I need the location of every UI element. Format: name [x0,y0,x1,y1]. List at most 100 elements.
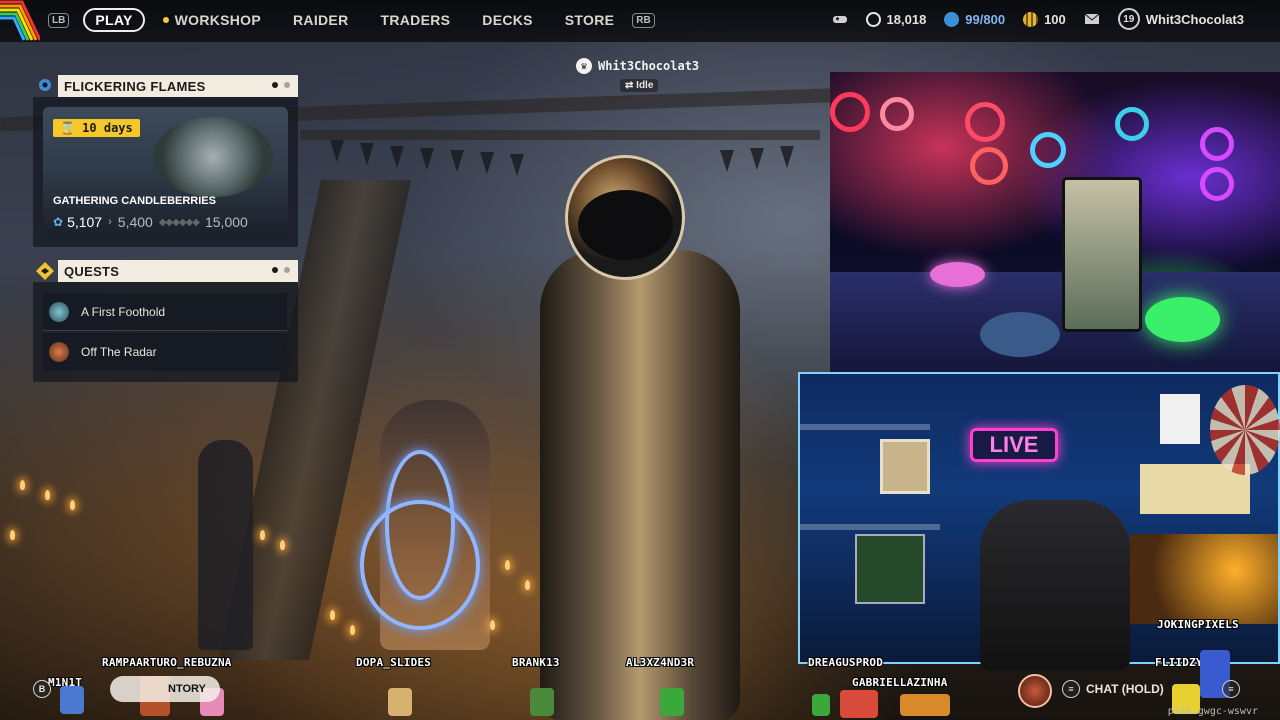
tab-decks[interactable]: DECKS [482,12,533,28]
player-status-text: Idle [636,80,654,91]
tab-raider[interactable]: RAIDER [293,12,348,28]
viewer-sprite [388,688,412,716]
gear-icon [34,74,56,96]
chat-label: CHAT (HOLD) [1086,682,1164,696]
glowing-ring [360,500,480,630]
candle-flame [525,580,530,590]
b-button-icon: B [33,680,51,698]
rgb-fan [1030,132,1066,168]
chevron-right-icon: › [108,216,112,228]
viewer-name: FLIIDZY [1155,656,1203,669]
notification-dot-icon [162,17,169,23]
menu-icon: ≡ [1062,680,1080,698]
quest-item[interactable]: Off The Radar [43,333,287,371]
lamp-glow [1130,534,1278,624]
pennant [390,146,404,168]
main-nav: LB PLAY WORKSHOP RAIDER TRADERS DECKS ST… [48,8,669,32]
candle-flame [350,625,355,635]
progress-next: 5,400 [117,214,153,230]
coins-stat: 18,018 [865,11,927,27]
gaming-chair [980,500,1130,670]
rgb-fan [1200,127,1234,161]
tab-play[interactable]: PLAY [83,8,145,32]
tokens-value: 100 [1044,11,1066,27]
pennant [330,140,344,162]
lb-button-hint[interactable]: LB [48,12,70,28]
candle-flame [490,620,495,630]
quests-panel-header[interactable]: QUESTS [58,260,298,282]
tab-store[interactable]: STORE [565,12,614,28]
rgb-fan [970,147,1008,185]
tab-workshop[interactable]: WORKSHOP [162,12,261,28]
quest-label: Off The Radar [81,345,157,359]
mail-icon[interactable] [1084,12,1100,26]
viewer-name: JOKINGPIXELS [1157,618,1239,631]
emote-button[interactable] [1018,674,1052,708]
viewer-sprite [660,688,684,716]
chat-button[interactable]: ≡ CHAT (HOLD) [1062,680,1164,698]
coin-icon [865,11,881,27]
page-dots [272,82,290,88]
gamepad-icon[interactable] [832,11,848,27]
rainbow-stripe-icon [0,0,40,41]
quests-title: QUESTS [64,263,120,279]
frame [855,534,925,604]
rgb-fan [1200,167,1234,201]
viewer-sprite [840,690,878,718]
green-light [1145,297,1220,342]
top-nav-bar: LB PLAY WORKSHOP RAIDER TRADERS DECKS ST… [0,0,1280,42]
helmet-visor [578,190,673,260]
pennant [510,154,524,176]
rb-button-hint[interactable]: RB [632,12,655,28]
candle-flame [20,480,25,490]
event-card[interactable]: ⌛ 10 days GATHERING CANDLEBERRIES ✿ 5,10… [43,107,288,238]
profile-button[interactable]: 19 Whit3Chocolat3 [1117,8,1244,30]
candle-flame [70,500,75,510]
inventory-label: NTORY [168,683,206,695]
event-progress: ✿ 5,107 › 5,400 ◆◆◆◆◆◆ 15,000 [53,214,281,230]
candle-flame [10,530,15,540]
quest-label: A First Foothold [81,304,166,319]
pennant [420,148,434,170]
pennant [780,146,794,168]
currency-stats: 18,018 99/800 100 19 Whit3Chocolat3 [832,8,1244,30]
inventory-button[interactable]: NTORY [110,676,220,702]
quest-giver-icon [49,342,69,362]
coins-value: 18,018 [886,11,927,27]
options-button[interactable]: ≡ [1222,680,1240,698]
player-character [540,250,740,720]
quest-item[interactable]: A First Foothold [43,293,287,331]
viewer-sprite [812,694,830,716]
session-code: p318…gwgc-wswvr [1167,706,1258,717]
mouse [930,262,985,287]
viewer-sprite [530,688,554,716]
viewer-name: DOPA_SLIDES [356,656,432,669]
crown-icon: ♛ [576,58,592,74]
progress-max: 15,000 [204,214,248,230]
event-panel-header[interactable]: FLICKERING FLAMES [58,75,298,97]
gear-icon: ✿ [53,215,64,229]
level-badge: 19 [1117,8,1140,30]
stash-icon [944,11,960,27]
event-title: FLICKERING FLAMES [64,78,206,94]
quest-giver-icon [49,301,69,322]
sign [1160,394,1200,444]
tab-traders[interactable]: TRADERS [381,12,451,28]
viewer-name: DREAGUSPROD [808,656,884,669]
candle-flame [260,530,265,540]
token-icon [1023,11,1039,27]
quest-icon [34,260,56,282]
emote-icon [1018,674,1052,708]
pennant [720,150,734,172]
back-button[interactable]: B [33,680,51,698]
rgb-fan [830,92,870,132]
dartboard [1210,385,1280,475]
viewer-sprite [60,686,84,714]
player-name: Whit3Chocolat3 [598,59,700,73]
player-status: ⇄ Idle [620,79,659,92]
pennant [480,152,494,174]
player-nametag: ♛ Whit3Chocolat3 [576,58,699,74]
progress-current: 5,107 [67,214,103,230]
pennant [750,148,764,170]
pennant [450,150,464,172]
